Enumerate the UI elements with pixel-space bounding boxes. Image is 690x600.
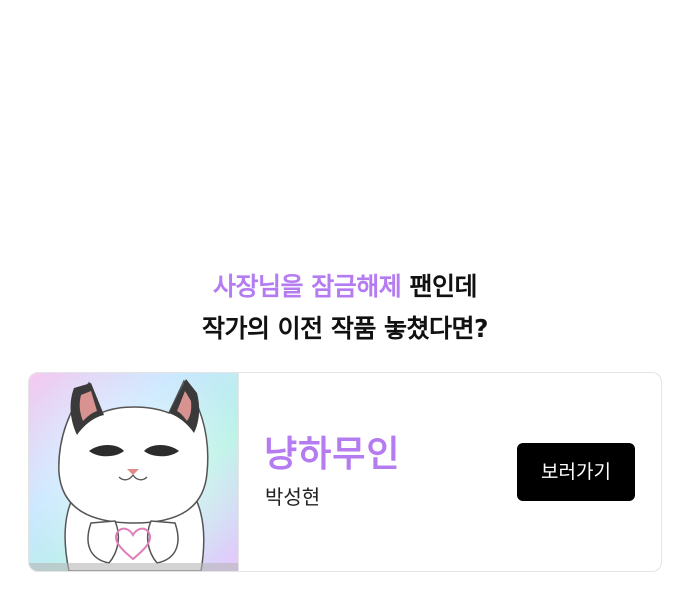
work-author: 박성현 [265, 485, 321, 509]
promo-headline: 사장님을 잠금해제 팬인데 작가의 이전 작품 놓쳤다면? [0, 266, 690, 350]
work-thumbnail[interactable] [29, 373, 239, 571]
promo-line-1: 사장님을 잠금해제 팬인데 [0, 266, 690, 308]
work-title[interactable]: 냥하무인 [264, 425, 400, 477]
promo-line-1-rest: 팬인데 [401, 272, 477, 301]
cat-illustration-icon [29, 373, 238, 571]
promo-accent-text: 사장님을 잠금해제 [213, 272, 402, 301]
previous-work-card[interactable]: 냥하무인 박성현 보러가기 [28, 372, 662, 572]
promo-line-2: 작가의 이전 작품 놓쳤다면? [201, 314, 489, 343]
view-work-button[interactable]: 보러가기 [517, 443, 635, 501]
